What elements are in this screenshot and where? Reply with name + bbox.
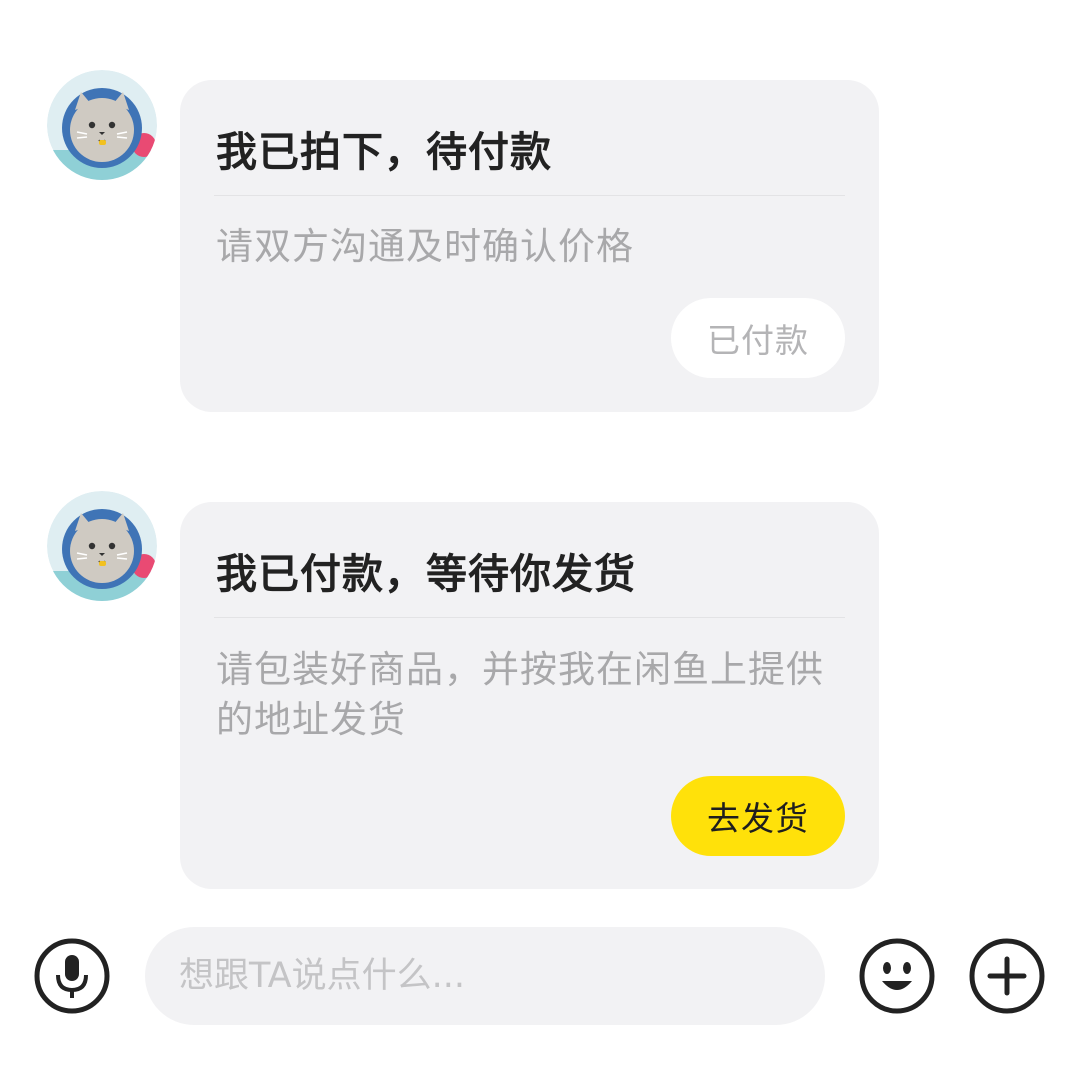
cat-avatar-icon [47, 491, 157, 601]
paid-button[interactable]: 已付款 [671, 298, 845, 378]
emoji-icon[interactable] [858, 937, 936, 1015]
microphone-icon[interactable] [33, 937, 111, 1015]
message-title: 我已付款，等待你发货 [216, 550, 636, 598]
message-title: 我已拍下，待付款 [216, 128, 552, 176]
cat-avatar-icon [47, 70, 157, 180]
divider [214, 195, 845, 196]
avatar[interactable] [47, 70, 157, 180]
message-input[interactable] [145, 927, 825, 1025]
divider [214, 617, 845, 618]
order-message-card: 我已拍下，待付款 请双方沟通及时确认价格 已付款 [180, 80, 879, 412]
message-description: 请包装好商品，并按我在闲鱼上提供的地址发货 [216, 648, 824, 741]
plus-icon[interactable] [968, 937, 1046, 1015]
chat-screen: 我已拍下，待付款 请双方沟通及时确认价格 已付款 我已付款，等待你发货 请包装好… [0, 0, 1080, 1080]
avatar[interactable] [47, 491, 157, 601]
message-description: 请双方沟通及时确认价格 [216, 225, 634, 268]
ship-button[interactable]: 去发货 [671, 776, 845, 856]
order-message-card: 我已付款，等待你发货 请包装好商品，并按我在闲鱼上提供的地址发货 去发货 [180, 502, 879, 889]
